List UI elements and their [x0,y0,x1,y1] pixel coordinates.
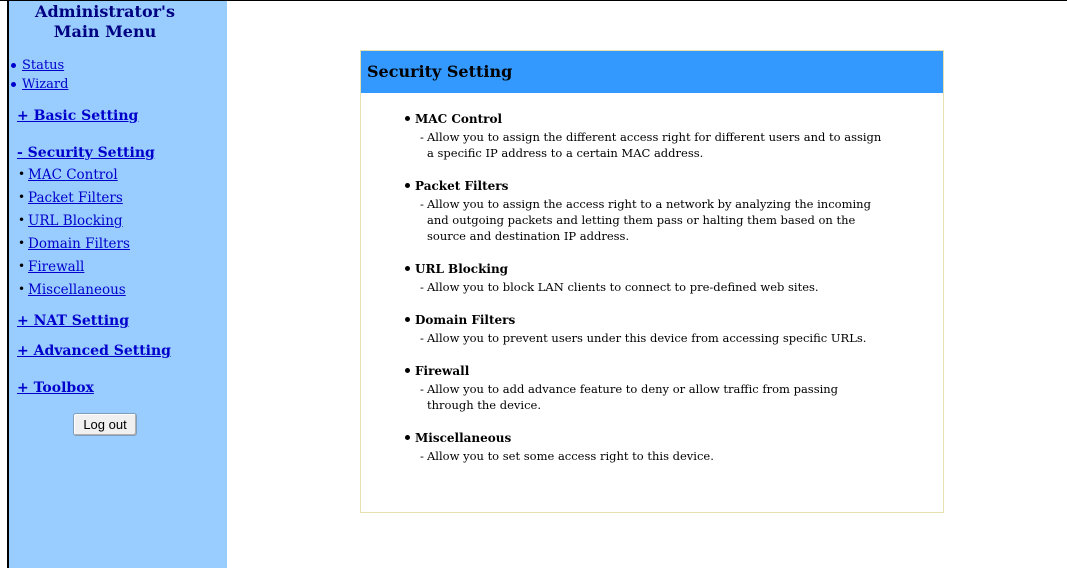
bullet-icon [405,435,410,440]
submenu-link-packet-filters[interactable]: Packet Filters [28,190,123,206]
feature-description-text: Allow you to assign the different access… [427,130,882,160]
submenu-item-domain-filters[interactable]: • Domain Filters [11,233,227,256]
logout-container: Log out [11,413,199,436]
dash-icon: - [420,197,424,211]
top-menu: Status Wizard [11,56,227,94]
menu-section-toolbox[interactable]: + Toolbox [11,379,227,397]
submenu-link-miscellaneous[interactable]: Miscellaneous [28,282,126,298]
bullet-icon [405,183,410,188]
bullet-icon [11,63,16,68]
feature-title: URL Blocking [405,261,903,277]
feature-title-text: URL Blocking [415,262,509,276]
bullet-icon: • [18,167,26,181]
feature-domain-filters: Domain Filters - Allow you to prevent use… [405,312,903,346]
dash-icon: - [420,280,424,294]
bullet-icon [405,317,410,322]
feature-title: Domain Filters [405,312,903,328]
feature-title-text: Firewall [415,364,470,378]
menu-section-advanced-setting[interactable]: + Advanced Setting [11,342,227,360]
submenu-link-firewall[interactable]: Firewall [28,259,84,275]
bullet-icon [405,116,410,121]
submenu-item-firewall[interactable]: • Firewall [11,256,227,279]
feature-description: - Allow you to prevent users under this d… [405,330,903,346]
feature-description: - Allow you to assign the different acces… [405,129,903,161]
feature-title: Firewall [405,363,903,379]
submenu-item-miscellaneous[interactable]: • Miscellaneous [11,279,227,302]
feature-url-blocking: URL Blocking - Allow you to block LAN cli… [405,261,903,295]
bullet-icon [405,368,410,373]
bullet-icon: • [18,213,26,227]
feature-description-text: Allow you to prevent users under this de… [427,331,867,345]
bullet-icon: • [18,282,26,296]
panel-title: Security Setting [361,51,943,93]
submenu-item-url-blocking[interactable]: • URL Blocking [11,210,227,233]
dash-icon: - [420,449,424,463]
feature-description-text: Allow you to assign the access right to … [427,197,871,243]
feature-miscellaneous: Miscellaneous - Allow you to set some acc… [405,430,903,464]
bullet-icon [405,266,410,271]
submenu-item-packet-filters[interactable]: • Packet Filters [11,187,227,210]
dash-icon: - [420,331,424,345]
submenu-link-url-blocking[interactable]: URL Blocking [28,213,123,229]
feature-description: - Allow you to block LAN clients to conne… [405,279,903,295]
security-setting-panel: Security Setting MAC Control - Allow you … [360,50,944,513]
logout-button[interactable]: Log out [73,413,137,436]
feature-packet-filters: Packet Filters - Allow you to assign the … [405,178,903,244]
bullet-icon: • [18,190,26,204]
feature-title: Miscellaneous [405,430,903,446]
security-submenu: • MAC Control • Packet Filters • URL Blo… [11,164,227,302]
menu-section-basic-setting[interactable]: + Basic Setting [11,107,227,125]
feature-title-text: MAC Control [415,112,503,126]
menu-item-status[interactable]: Status [11,56,227,75]
feature-description: - Allow you to add advance feature to den… [405,381,903,413]
feature-title: MAC Control [405,111,903,127]
sidebar: Administrator's Main Menu Status Wizard … [9,1,227,568]
feature-description: - Allow you to set some access right to t… [405,448,903,464]
dash-icon: - [420,130,424,144]
feature-title-text: Miscellaneous [415,431,512,445]
feature-description-text: Allow you to add advance feature to deny… [427,382,839,412]
feature-firewall: Firewall - Allow you to add advance featu… [405,363,903,413]
feature-description: - Allow you to assign the access right to… [405,196,903,244]
sidebar-title: Administrator's Main Menu [35,2,175,41]
bullet-icon [11,82,16,87]
feature-description-text: Allow you to set some access right to th… [427,449,714,463]
page: Administrator's Main Menu Status Wizard … [0,0,1067,568]
menu-item-wizard[interactable]: Wizard [11,75,227,94]
menu-link-status[interactable]: Status [22,58,64,73]
feature-title-text: Packet Filters [415,179,509,193]
dash-icon: - [420,382,424,396]
menu-section-nat-setting[interactable]: + NAT Setting [11,312,227,330]
bullet-icon: • [18,259,26,273]
submenu-item-mac-control[interactable]: • MAC Control [11,164,227,187]
feature-title: Packet Filters [405,178,903,194]
submenu-link-domain-filters[interactable]: Domain Filters [28,236,130,252]
submenu-link-mac-control[interactable]: MAC Control [28,167,118,183]
menu-section-security-setting[interactable]: - Security Setting [11,144,227,162]
feature-mac-control: MAC Control - Allow you to assign the dif… [405,111,903,161]
panel-body: MAC Control - Allow you to assign the dif… [361,93,943,464]
bullet-icon: • [18,236,26,250]
feature-title-text: Domain Filters [415,313,516,327]
feature-description-text: Allow you to block LAN clients to connec… [427,280,819,294]
menu-link-wizard[interactable]: Wizard [22,77,68,92]
